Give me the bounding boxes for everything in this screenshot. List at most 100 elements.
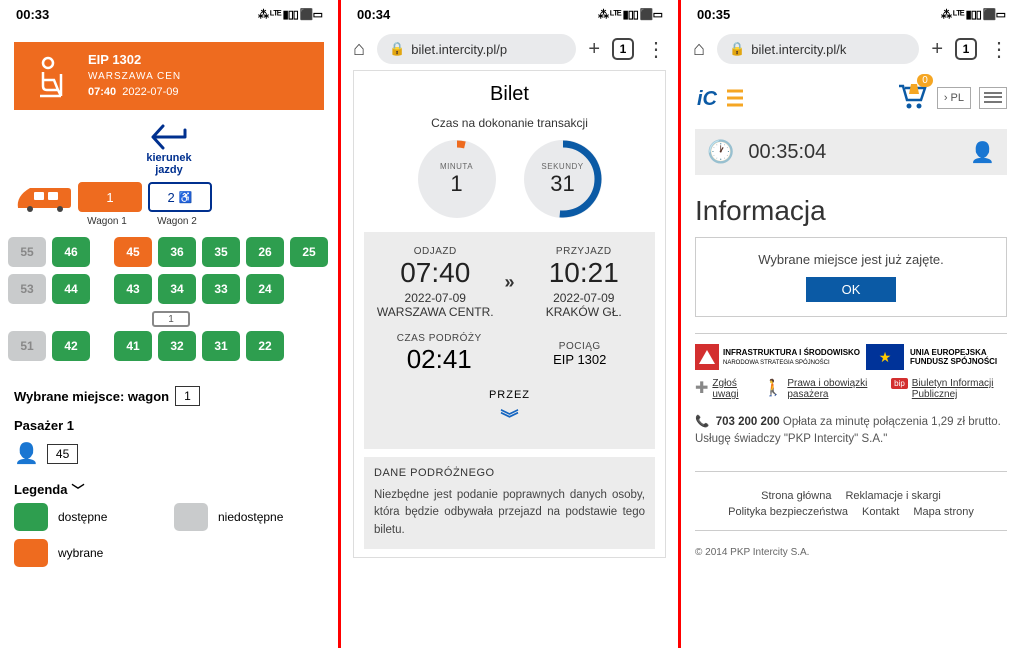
info-message: Wybrane miejsce jest już zajęte. <box>710 252 992 267</box>
home-icon[interactable]: ⌂ <box>353 38 365 61</box>
seat[interactable]: 36 <box>158 237 196 267</box>
language-selector[interactable]: › PL <box>937 87 971 109</box>
train-car-selector: 1 2♿ <box>0 182 338 212</box>
site-header: iC 0 › PL <box>681 70 1021 125</box>
countdown-timers: MINUTA 1 SEKUNDY 31 <box>354 140 665 218</box>
status-icons: ⁂ ᴸᵀᴱ ▮▯▯ ⬛▭ <box>258 8 322 21</box>
arrival-station: KRAKÓW GŁ. <box>521 305 648 319</box>
legend-swatch-available <box>14 503 48 531</box>
ticket-content: Bilet Czas na dokonanie transakcji MINUT… <box>353 70 666 558</box>
eu-flag-icon: ★ <box>866 344 904 370</box>
divider <box>695 530 1007 531</box>
url-text: bilet.intercity.pl/k <box>751 42 846 57</box>
legend-swatch-unavailable <box>174 503 208 531</box>
footer-link[interactable]: Strona główna <box>761 490 831 502</box>
journey-header-text: EIP 1302 WARSZAWA CEN 07:40 2022-07-09 <box>88 52 310 98</box>
expand-icon[interactable]: ︾ <box>372 405 647 431</box>
seat[interactable]: 35 <box>202 237 240 267</box>
seat[interactable]: 44 <box>52 274 90 304</box>
cart-button[interactable]: 0 <box>895 80 929 115</box>
tab-count[interactable]: 1 <box>612 38 634 60</box>
new-tab-icon[interactable]: + <box>931 38 943 61</box>
status-time: 00:33 <box>16 7 49 22</box>
browser-toolbar: ⌂ 🔒 bilet.intercity.pl/k + 1 ⋮ <box>681 28 1021 70</box>
feedback-link[interactable]: ✚Zgłoś uwagi <box>695 378 749 400</box>
locomotive-icon <box>14 182 72 212</box>
user-icon[interactable]: 👤 <box>970 140 995 165</box>
arrival-label: PRZYJAZD <box>521 246 648 257</box>
ok-button[interactable]: OK <box>806 277 897 302</box>
hamburger-menu[interactable] <box>979 87 1007 109</box>
seat-icon <box>28 52 76 100</box>
passenger-label: Pasażer 1 <box>14 418 74 433</box>
seat[interactable]: 46 <box>52 237 90 267</box>
url-bar[interactable]: 🔒 bilet.intercity.pl/k <box>717 34 919 64</box>
bip-icon: bip <box>891 378 908 389</box>
seat[interactable]: 41 <box>114 331 152 361</box>
wagon-1-label: Wagon 1 <box>72 216 142 227</box>
status-bar: 00:35 ⁂ ᴸᵀᴱ ▮▯▯ ⬛▭ <box>681 0 1021 28</box>
tab-count[interactable]: 1 <box>955 38 977 60</box>
footer-link[interactable]: Mapa strony <box>913 506 974 518</box>
seat-map: 55 46 45 36 35 26 25 53 44 43 34 33 24 1… <box>0 227 338 378</box>
traveler-data-section: DANE PODRÓŻNEGO Niezbędne jest podanie p… <box>364 457 655 549</box>
wagon-2-button[interactable]: 2♿ <box>148 182 212 212</box>
lock-icon: 🔒 <box>729 41 745 57</box>
legend-swatch-selected <box>14 539 48 567</box>
departure-date: 2022-07-09 <box>372 291 499 305</box>
rights-icon: 🚶 <box>763 378 783 398</box>
new-tab-icon[interactable]: + <box>588 38 600 61</box>
phone-info: 📞 703 200 200 Opłata za minutę połączeni… <box>681 408 1021 455</box>
seat[interactable]: 22 <box>246 331 284 361</box>
seat: 51 <box>8 331 46 361</box>
rights-link[interactable]: 🚶Prawa i obowiązki pasażera <box>763 378 877 400</box>
seat[interactable]: 24 <box>246 274 284 304</box>
legend: dostępne niedostępne wybrane <box>0 503 338 567</box>
journey-header[interactable]: EIP 1302 WARSZAWA CEN 07:40 2022-07-09 <box>14 42 324 110</box>
funding-icon <box>695 344 719 370</box>
bip-link[interactable]: bipBiuletyn Informacji Publicznej <box>891 378 1007 400</box>
duration-value: 02:41 <box>372 344 507 375</box>
eu-funding-banner: INFRASTRUKTURA I ŚRODOWISKONARODOWA STRA… <box>681 344 1021 370</box>
seat: 55 <box>8 237 46 267</box>
home-icon[interactable]: ⌂ <box>693 38 705 61</box>
train-id: EIP 1302 <box>88 52 310 67</box>
divider <box>695 471 1007 472</box>
seat[interactable]: 33 <box>202 274 240 304</box>
seat[interactable]: 26 <box>246 237 284 267</box>
wagon-1-button[interactable]: 1 <box>78 182 142 212</box>
seat[interactable]: 34 <box>158 274 196 304</box>
legend-title[interactable]: Legenda ﹀ <box>0 470 338 503</box>
train-value: EIP 1302 <box>513 352 648 367</box>
session-timer-bar: 🕐 00:35:04 👤 <box>695 129 1007 175</box>
footer-nav: Strona główna Reklamacje i skargi Polity… <box>681 482 1021 526</box>
status-bar: 00:34 ⁂ ᴸᵀᴱ ▮▯▯ ⬛▭ <box>341 0 678 28</box>
session-time: 00:35:04 <box>748 141 826 164</box>
timer-seconds: SEKUNDY 31 <box>524 140 602 218</box>
url-bar[interactable]: 🔒 bilet.intercity.pl/p <box>377 34 576 64</box>
seat[interactable]: 31 <box>202 331 240 361</box>
seat-selected[interactable]: 45 <box>114 237 152 267</box>
panel-info-message: 00:35 ⁂ ᴸᵀᴱ ▮▯▯ ⬛▭ ⌂ 🔒 bilet.intercity.p… <box>681 0 1021 648</box>
status-bar: 00:33 ⁂ ᴸᵀᴱ ▮▯▯ ⬛▭ <box>0 0 338 28</box>
departure-time: 07:40 <box>372 257 499 289</box>
selected-wagon-number: 1 <box>175 386 200 406</box>
footer-link[interactable]: Reklamacje i skargi <box>845 490 940 502</box>
seat[interactable]: 32 <box>158 331 196 361</box>
journey-details: ODJAZD 07:40 2022-07-09 WARSZAWA CENTR. … <box>364 232 655 449</box>
menu-icon[interactable]: ⋮ <box>989 37 1009 62</box>
accessible-icon: ♿ <box>179 191 193 204</box>
status-icons: ⁂ ᴸᵀᴱ ▮▯▯ ⬛▭ <box>598 8 662 21</box>
seat[interactable]: 25 <box>290 237 328 267</box>
footer-link[interactable]: Kontakt <box>862 506 899 518</box>
footer-link[interactable]: Polityka bezpieczeństwa <box>728 506 848 518</box>
seat[interactable]: 42 <box>52 331 90 361</box>
table-indicator: 1 <box>152 311 190 327</box>
copyright: © 2014 PKP Intercity S.A. <box>681 541 1021 564</box>
clock-icon: 🕐 <box>707 139 734 165</box>
intercity-logo[interactable]: iC <box>695 83 753 113</box>
page-title: Bilet <box>354 79 665 116</box>
menu-icon[interactable]: ⋮ <box>646 37 666 62</box>
seat[interactable]: 43 <box>114 274 152 304</box>
transaction-timer-label: Czas na dokonanie transakcji <box>354 116 665 130</box>
